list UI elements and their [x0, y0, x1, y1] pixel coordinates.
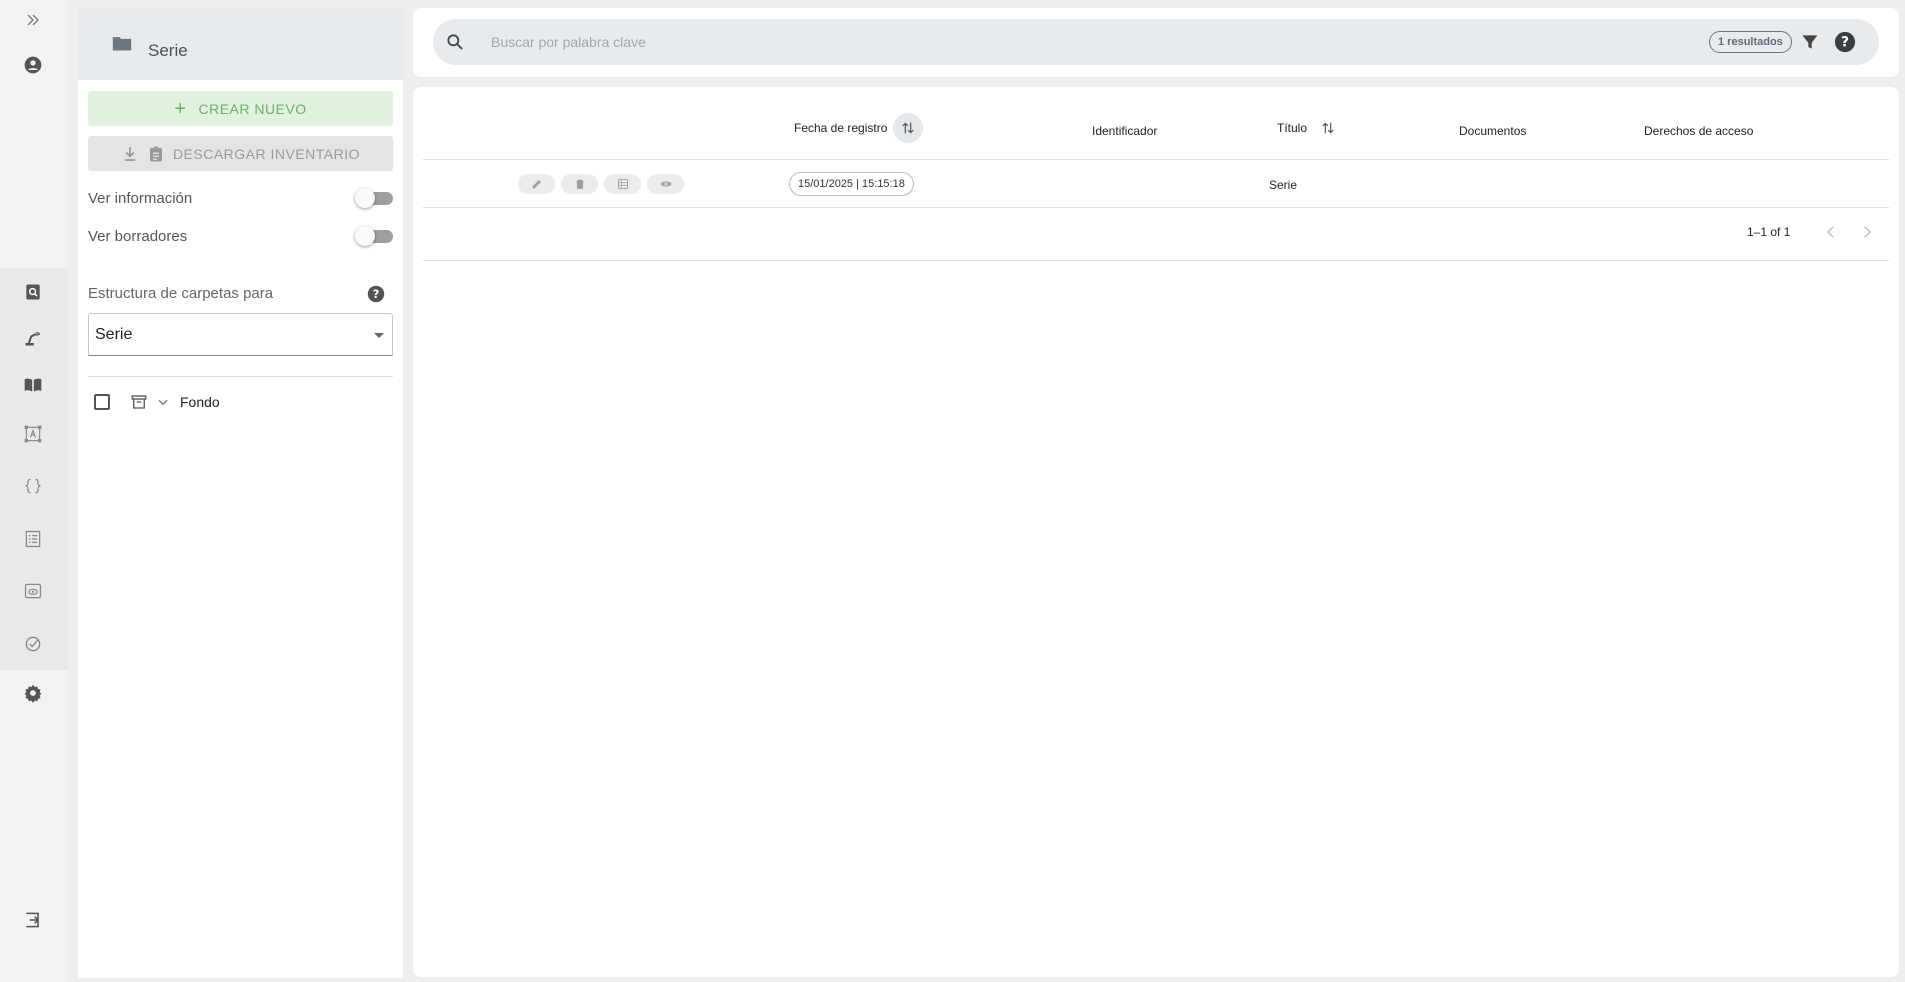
- delete-icon: [576, 179, 583, 189]
- toggle-switch-info[interactable]: [355, 188, 393, 208]
- search-document-icon[interactable]: [22, 281, 44, 303]
- results-badge: 1 resultados: [1709, 31, 1792, 53]
- toggle-row-info: Ver información: [88, 186, 393, 210]
- logout-icon[interactable]: [22, 909, 44, 931]
- check-circle-icon[interactable]: [22, 633, 44, 655]
- footer-divider: [423, 260, 1889, 261]
- toggle-row-drafts: Ver borradores: [88, 224, 393, 248]
- column-header-derechos: Derechos de acceso: [1644, 120, 1753, 142]
- cell-titulo: Serie: [1269, 178, 1298, 192]
- book-icon[interactable]: [22, 374, 44, 396]
- folder-icon: [112, 37, 132, 51]
- edit-icon: [532, 180, 541, 189]
- sort-icon[interactable]: [1313, 113, 1343, 143]
- chevron-down-icon[interactable]: [156, 395, 170, 409]
- robot-arm-icon[interactable]: [22, 327, 44, 349]
- download-icon: [124, 146, 136, 161]
- settings-icon[interactable]: [22, 682, 44, 704]
- list-icon[interactable]: [22, 528, 44, 550]
- tree-item-fondo[interactable]: Fondo: [88, 390, 220, 414]
- results-table: Fecha de registro Identificador Título D…: [413, 87, 1899, 977]
- search-bar: 1 resultados ?: [433, 19, 1879, 65]
- column-header-label: Fecha de registro: [794, 121, 888, 135]
- toggle-switch-drafts[interactable]: [355, 226, 393, 246]
- text-box-icon[interactable]: [22, 423, 44, 445]
- row-divider: [423, 207, 1889, 208]
- column-header-titulo: Título: [1277, 113, 1343, 143]
- code-braces-icon[interactable]: [22, 475, 44, 497]
- header-divider: [423, 159, 1889, 160]
- structure-select-value: Serie: [95, 326, 133, 343]
- tree-checkbox[interactable]: [94, 394, 110, 410]
- column-header-label: Título: [1277, 121, 1308, 135]
- archive-box-icon: [131, 395, 147, 409]
- chevron-down-icon: [374, 333, 384, 338]
- divider: [88, 376, 393, 377]
- column-header-label: Documentos: [1459, 124, 1527, 138]
- toggle-label-drafts: Ver borradores: [88, 227, 188, 245]
- download-inventory-label: DESCARGAR INVENTARIO: [172, 145, 361, 162]
- account-icon[interactable]: [22, 54, 44, 76]
- structure-select[interactable]: Serie: [88, 313, 393, 356]
- search-card: 1 resultados ?: [413, 8, 1899, 77]
- filter-icon[interactable]: [1800, 32, 1820, 52]
- eye-icon: [660, 181, 671, 187]
- view-button[interactable]: [647, 174, 684, 194]
- chevron-left-icon[interactable]: [1822, 223, 1840, 241]
- expand-icon[interactable]: [22, 9, 44, 31]
- help-icon[interactable]: ?: [1834, 31, 1856, 53]
- column-header-fecha: Fecha de registro: [794, 113, 924, 143]
- plus-icon: +: [174, 97, 187, 120]
- column-header-label: Identificador: [1092, 124, 1158, 138]
- search-input[interactable]: [491, 27, 1591, 57]
- clipboard-icon: [149, 146, 162, 161]
- panel-header: Serie: [78, 8, 403, 80]
- side-panel: + CREAR NUEVO DESCARGAR INVENTARIO Ver i…: [78, 80, 403, 978]
- delete-button[interactable]: [561, 174, 598, 194]
- sort-icon[interactable]: [893, 113, 924, 143]
- edit-button[interactable]: [518, 174, 555, 194]
- left-rail: [0, 0, 68, 982]
- table-icon: [617, 179, 628, 189]
- preview-icon[interactable]: [22, 580, 44, 602]
- date-chip: 15/01/2025 | 15:15:18: [789, 172, 914, 196]
- help-icon[interactable]: ?: [367, 285, 385, 303]
- create-new-label: CREAR NUEVO: [198, 100, 307, 117]
- download-inventory-button[interactable]: DESCARGAR INVENTARIO: [88, 136, 393, 171]
- column-header-label: Derechos de acceso: [1644, 124, 1754, 138]
- column-header-documentos: Documentos: [1459, 120, 1526, 142]
- panel-title: Serie: [148, 41, 188, 60]
- column-header-identificador: Identificador: [1092, 120, 1157, 142]
- table-view-button[interactable]: [604, 174, 641, 194]
- structure-label: Estructura de carpetas para: [88, 285, 274, 302]
- pagination-text: 1–1 of 1: [1747, 225, 1791, 239]
- svg-text:?: ?: [373, 288, 380, 301]
- chevron-right-icon[interactable]: [1858, 223, 1876, 241]
- toggle-label-info: Ver información: [88, 189, 193, 207]
- search-icon[interactable]: [445, 32, 465, 52]
- svg-text:?: ?: [1841, 35, 1849, 51]
- tree-item-label: Fondo: [180, 394, 220, 410]
- create-new-button[interactable]: + CREAR NUEVO: [88, 91, 393, 126]
